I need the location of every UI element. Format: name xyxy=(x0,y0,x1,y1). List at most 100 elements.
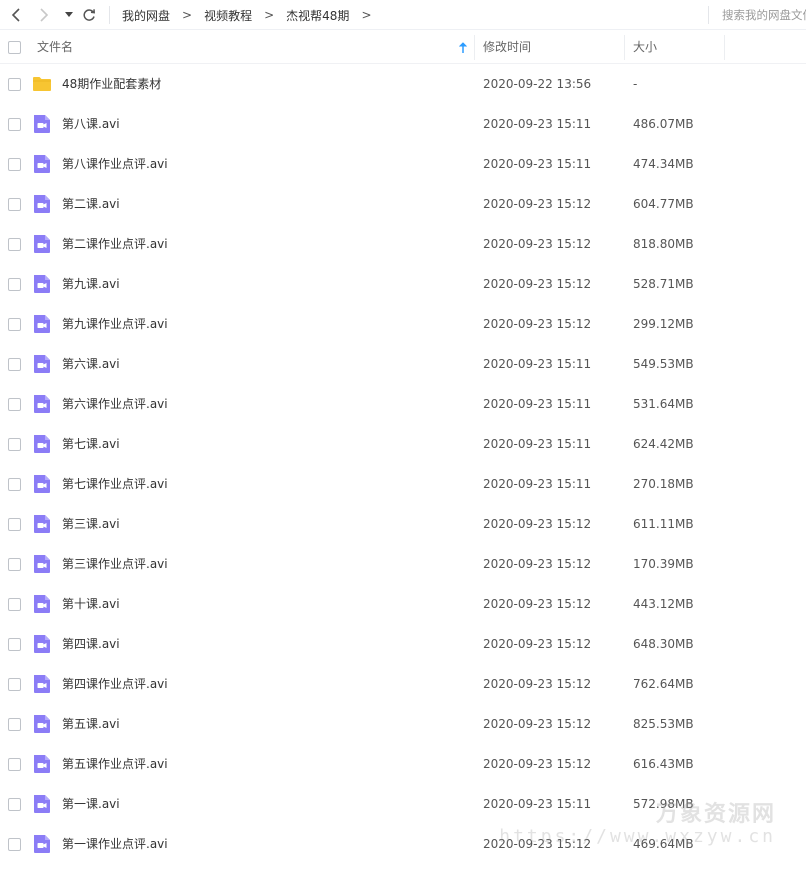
video-file-icon xyxy=(32,594,52,614)
row-checkbox[interactable] xyxy=(8,478,21,491)
file-name[interactable]: 第十课.avi xyxy=(62,584,120,624)
file-list: 48期作业配套素材 2020-09-22 13:56 - 第八课.avi 2020-09… xyxy=(0,64,806,864)
row-checkbox[interactable] xyxy=(8,358,21,371)
row-checkbox[interactable] xyxy=(8,518,21,531)
column-divider[interactable] xyxy=(474,35,475,60)
file-size: 624.42MB xyxy=(633,437,694,451)
row-checkbox[interactable] xyxy=(8,158,21,171)
file-name[interactable]: 第一课作业点评.avi xyxy=(62,824,168,864)
back-icon[interactable] xyxy=(8,5,24,25)
column-divider[interactable] xyxy=(624,35,625,60)
row-checkbox[interactable] xyxy=(8,598,21,611)
folder-row[interactable]: 48期作业配套素材 2020-09-22 13:56 - xyxy=(0,64,806,104)
breadcrumb-item-video-tutorials[interactable]: 视频教程 xyxy=(204,7,252,24)
file-row[interactable]: 第八课.avi 2020-09-23 15:11 486.07MB xyxy=(0,104,806,144)
file-name[interactable]: 第四课作业点评.avi xyxy=(62,664,168,704)
file-name[interactable]: 第二课.avi xyxy=(62,184,120,224)
video-file-icon xyxy=(32,474,52,494)
row-checkbox[interactable] xyxy=(8,198,21,211)
row-checkbox[interactable] xyxy=(8,278,21,291)
file-size: 762.64MB xyxy=(633,677,694,691)
file-name[interactable]: 第八课作业点评.avi xyxy=(62,144,168,184)
file-row[interactable]: 第九课作业点评.avi 2020-09-23 15:12 299.12MB xyxy=(0,304,806,344)
file-row[interactable]: 第一课作业点评.avi 2020-09-23 15:12 469.64MB xyxy=(0,824,806,864)
file-row[interactable]: 第八课作业点评.avi 2020-09-23 15:11 474.34MB xyxy=(0,144,806,184)
file-row[interactable]: 第六课.avi 2020-09-23 15:11 549.53MB xyxy=(0,344,806,384)
file-row[interactable]: 第四课作业点评.avi 2020-09-23 15:12 762.64MB xyxy=(0,664,806,704)
file-size: 486.07MB xyxy=(633,117,694,131)
toolbar-divider xyxy=(109,6,110,24)
file-row[interactable]: 第十课.avi 2020-09-23 15:12 443.12MB xyxy=(0,584,806,624)
file-name[interactable]: 48期作业配套素材 xyxy=(62,64,161,104)
video-file-icon xyxy=(32,274,52,294)
row-checkbox[interactable] xyxy=(8,398,21,411)
file-name[interactable]: 第七课作业点评.avi xyxy=(62,464,168,504)
file-size: 549.53MB xyxy=(633,357,694,371)
row-checkbox[interactable] xyxy=(8,758,21,771)
video-file-icon xyxy=(32,714,52,734)
file-name[interactable]: 第九课.avi xyxy=(62,264,120,304)
file-name[interactable]: 第五课.avi xyxy=(62,704,120,744)
file-row[interactable]: 第七课.avi 2020-09-23 15:11 624.42MB xyxy=(0,424,806,464)
file-name[interactable]: 第六课.avi xyxy=(62,344,120,384)
file-size: 531.64MB xyxy=(633,397,694,411)
video-file-icon xyxy=(32,234,52,254)
file-modified-time: 2020-09-23 15:12 xyxy=(483,637,592,651)
row-checkbox[interactable] xyxy=(8,558,21,571)
file-row[interactable]: 第九课.avi 2020-09-23 15:12 528.71MB xyxy=(0,264,806,304)
file-size: 469.64MB xyxy=(633,837,694,851)
file-name[interactable]: 第三课.avi xyxy=(62,504,120,544)
file-size: 818.80MB xyxy=(633,237,694,251)
file-name[interactable]: 第八课.avi xyxy=(62,104,120,144)
row-checkbox[interactable] xyxy=(8,238,21,251)
file-modified-time: 2020-09-23 15:12 xyxy=(483,317,592,331)
video-file-icon xyxy=(32,674,52,694)
breadcrumb-separator: > xyxy=(264,8,275,22)
file-row[interactable]: 第五课.avi 2020-09-23 15:12 825.53MB xyxy=(0,704,806,744)
file-name[interactable]: 第五课作业点评.avi xyxy=(62,744,168,784)
column-header-name[interactable]: 文件名 xyxy=(37,31,73,64)
file-size: 825.53MB xyxy=(633,717,694,731)
row-checkbox[interactable] xyxy=(8,438,21,451)
file-row[interactable]: 第七课作业点评.avi 2020-09-23 15:11 270.18MB xyxy=(0,464,806,504)
row-checkbox[interactable] xyxy=(8,718,21,731)
file-row[interactable]: 第六课作业点评.avi 2020-09-23 15:11 531.64MB xyxy=(0,384,806,424)
file-name[interactable]: 第四课.avi xyxy=(62,624,120,664)
file-name[interactable]: 第三课作业点评.avi xyxy=(62,544,168,584)
file-row[interactable]: 第四课.avi 2020-09-23 15:12 648.30MB xyxy=(0,624,806,664)
column-header-size[interactable]: 大小 xyxy=(633,31,657,64)
file-size: 528.71MB xyxy=(633,277,694,291)
breadcrumb-item-my-drive[interactable]: 我的网盘 xyxy=(122,7,170,24)
column-divider[interactable] xyxy=(724,35,725,60)
file-modified-time: 2020-09-23 15:11 xyxy=(483,157,592,171)
select-all-checkbox[interactable] xyxy=(8,41,21,54)
row-checkbox[interactable] xyxy=(8,118,21,131)
file-name[interactable]: 第六课作业点评.avi xyxy=(62,384,168,424)
file-row[interactable]: 第二课.avi 2020-09-23 15:12 604.77MB xyxy=(0,184,806,224)
row-checkbox[interactable] xyxy=(8,638,21,651)
file-name[interactable]: 第七课.avi xyxy=(62,424,120,464)
breadcrumb-item-current-folder[interactable]: 杰视帮48期 xyxy=(286,7,349,24)
file-row[interactable]: 第一课.avi 2020-09-23 15:11 572.98MB xyxy=(0,784,806,824)
row-checkbox[interactable] xyxy=(8,798,21,811)
file-row[interactable]: 第五课作业点评.avi 2020-09-23 15:12 616.43MB xyxy=(0,744,806,784)
history-dropdown-icon[interactable] xyxy=(62,5,76,25)
file-name[interactable]: 第二课作业点评.avi xyxy=(62,224,168,264)
forward-icon[interactable] xyxy=(36,5,52,25)
row-checkbox[interactable] xyxy=(8,78,21,91)
row-checkbox[interactable] xyxy=(8,838,21,851)
file-row[interactable]: 第三课作业点评.avi 2020-09-23 15:12 170.39MB xyxy=(0,544,806,584)
file-name[interactable]: 第九课作业点评.avi xyxy=(62,304,168,344)
file-size: 474.34MB xyxy=(633,157,694,171)
file-name[interactable]: 第一课.avi xyxy=(62,784,120,824)
search-input[interactable] xyxy=(722,5,806,25)
refresh-icon[interactable] xyxy=(80,5,98,25)
file-row[interactable]: 第二课作业点评.avi 2020-09-23 15:12 818.80MB xyxy=(0,224,806,264)
row-checkbox[interactable] xyxy=(8,318,21,331)
search-divider xyxy=(708,6,709,24)
sort-ascending-icon[interactable] xyxy=(457,41,469,55)
row-checkbox[interactable] xyxy=(8,678,21,691)
video-file-icon xyxy=(32,394,52,414)
column-header-modified-time[interactable]: 修改时间 xyxy=(483,31,531,64)
file-row[interactable]: 第三课.avi 2020-09-23 15:12 611.11MB xyxy=(0,504,806,544)
